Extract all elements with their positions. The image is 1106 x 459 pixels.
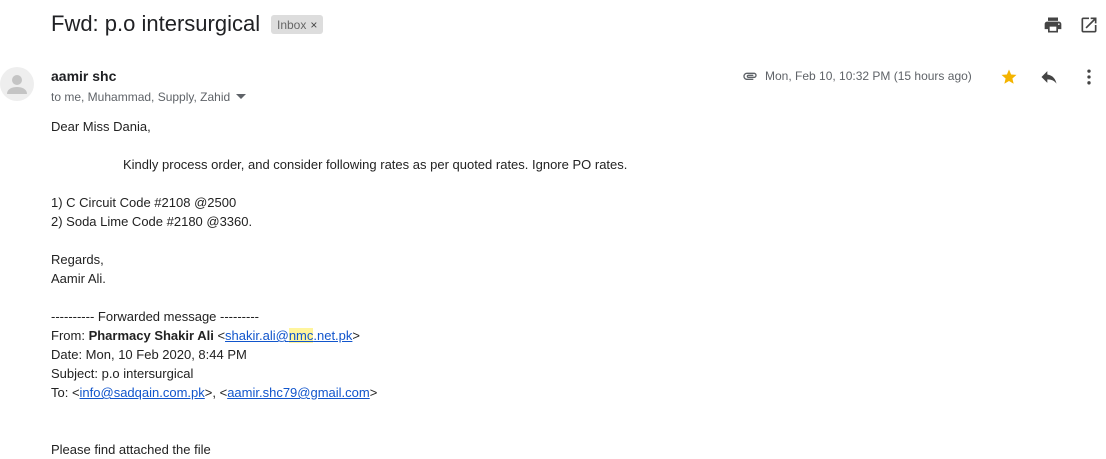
from-label: From: [51,328,89,343]
recipients-text: to me, Muhammad, Supply, Zahid [51,90,231,104]
email-subject: Fwd: p.o intersurgical [51,11,261,36]
trailing-text: Please find attached the file [51,442,211,457]
label-text: Inbox [277,17,307,32]
inbox-label-chip: Inbox × [271,15,324,34]
to-line: To: <info@sadqain.com.pk>, <aamir.shc79@… [51,385,378,400]
open-in-new-window-icon[interactable] [1077,13,1101,37]
forwarded-header: ---------- Forwarded message --------- [51,309,259,324]
remove-label-button[interactable]: × [310,18,317,32]
sender-name[interactable]: aamir shc [51,68,116,84]
from-email-link[interactable]: shakir.ali@nmc.net.pk [225,328,352,343]
more-vert-icon[interactable] [1077,65,1101,89]
to-email-link-1[interactable]: info@sadqain.com.pk [80,385,205,400]
from-line: From: Pharmacy Shakir Ali <shakir.ali@nm… [51,326,1051,345]
date-line: Date: Mon, 10 Feb 2020, 8:44 PM [51,347,247,362]
instruction-text: Kindly process order, and consider follo… [123,157,628,172]
to-email-link-2[interactable]: aamir.shc79@gmail.com [227,385,370,400]
message-date: Mon, Feb 10, 10:32 PM (15 hours ago) [765,69,972,83]
recipients-toggle[interactable]: to me, Muhammad, Supply, Zahid [51,90,247,104]
message-body: Dear Miss Dania, Kindly process order, a… [51,117,1051,459]
from-name: Pharmacy Shakir Ali [88,328,214,343]
caret-down-icon [236,94,247,99]
gt-symbol: > [352,328,360,343]
signature-text: Aamir Ali. [51,271,106,286]
sender-avatar[interactable] [0,67,34,101]
paperclip-icon [740,68,760,89]
print-icon[interactable] [1041,13,1065,37]
default-avatar-icon [7,75,27,94]
lt-symbol: < [217,328,226,343]
item-line-2: 2) Soda Lime Code #2180 @3360. [51,214,253,229]
regards-text: Regards, [51,252,104,267]
star-icon[interactable] [997,65,1021,89]
reply-icon[interactable] [1037,65,1061,89]
subject-line: Subject: p.o intersurgical [51,366,194,381]
greeting: Dear Miss Dania, [51,119,151,134]
item-line-1: 1) C Circuit Code #2108 @2500 [51,195,237,210]
